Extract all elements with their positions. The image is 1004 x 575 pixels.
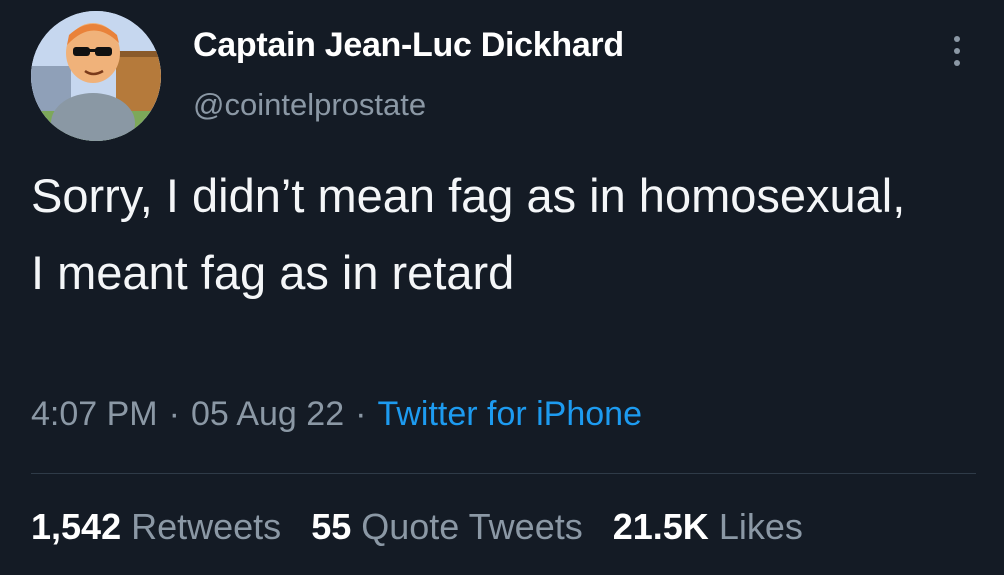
quote-tweets-stat[interactable]: 55 Quote Tweets [311,506,583,548]
likes-label: Likes [718,506,803,547]
tweet-card: Captain Jean-Luc Dickhard @cointelprosta… [0,0,1004,575]
quote-tweets-count: 55 [311,506,352,547]
user-handle[interactable]: @cointelprostate [193,87,426,123]
likes-count: 21.5K [612,506,709,547]
more-vertical-icon [954,36,960,42]
meta-separator: · [355,395,367,433]
divider [31,473,976,474]
likes-stat[interactable]: 21.5K Likes [613,506,803,548]
avatar[interactable] [31,11,161,141]
retweets-label: Retweets [131,506,282,547]
retweets-stat[interactable]: 1,542 Retweets [31,506,281,548]
tweet-time[interactable]: 4:07 PM [31,395,158,433]
display-name[interactable]: Captain Jean-Luc Dickhard [193,26,624,65]
more-vertical-icon-dot [954,60,960,66]
avatar-image [31,11,161,141]
more-options-button[interactable] [940,28,974,74]
tweet-source-link[interactable]: Twitter for iPhone [377,395,642,433]
more-vertical-icon-dot [954,48,960,54]
tweet-date[interactable]: 05 Aug 22 [191,395,344,433]
retweets-count: 1,542 [31,506,122,547]
quote-tweets-label: Quote Tweets [361,506,583,547]
tweet-meta: 4:07 PM · 05 Aug 22 · Twitter for iPhone [31,395,642,434]
meta-separator: · [168,395,180,433]
tweet-stats: 1,542 Retweets 55 Quote Tweets 21.5K Lik… [31,506,803,548]
tweet-text: Sorry, I didn’t mean fag as in homosexua… [31,169,906,299]
